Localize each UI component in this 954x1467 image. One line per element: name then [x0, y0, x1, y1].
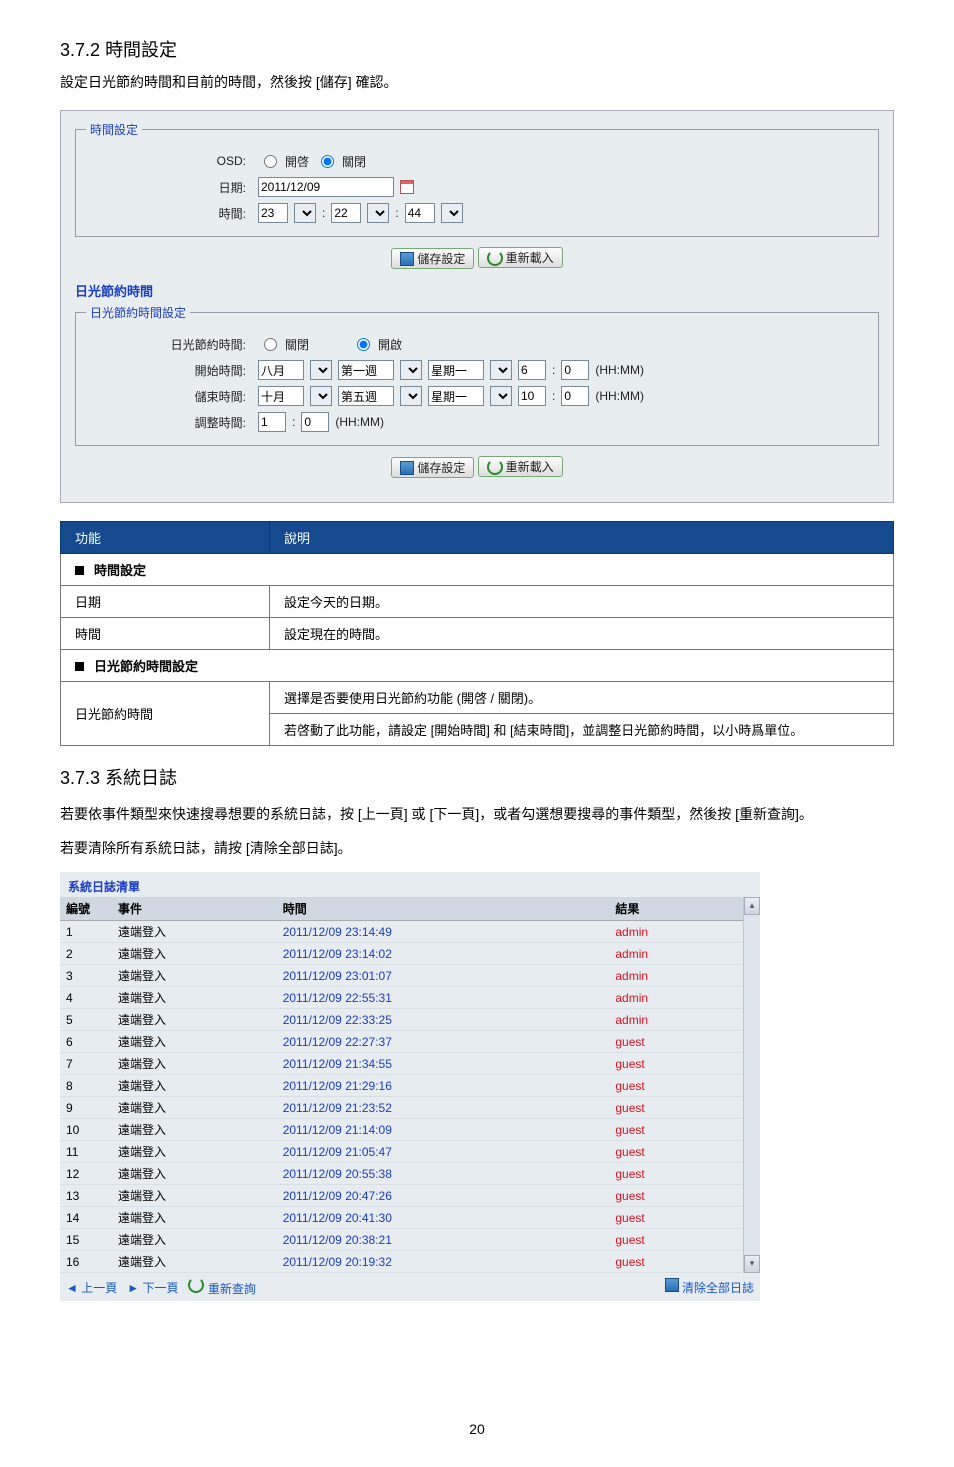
syslog-intro-1: 若要依事件類型來快速搜尋想要的系統日誌，按 [上一頁] 或 [下一頁]，或者勾選…	[60, 804, 894, 824]
date-input[interactable]	[258, 177, 394, 197]
time-fieldset: 時間設定 OSD: 開啓 關閉 日期: 時間: : :	[75, 121, 879, 237]
save-button[interactable]: 儲存設定	[391, 248, 474, 269]
scrollbar[interactable]: ▴ ▾	[743, 897, 760, 1273]
syslog-table: 編號 事件 時間 結果 1遠端登入2011/12/09 23:14:49admi…	[60, 897, 760, 1273]
table-row: 12遠端登入2011/12/09 20:55:38guest	[60, 1163, 760, 1185]
adjust-label: 調整時間:	[86, 414, 252, 431]
end-week[interactable]	[338, 386, 394, 406]
table-row: 15遠端登入2011/12/09 20:38:21guest	[60, 1229, 760, 1251]
table-row: 6遠端登入2011/12/09 22:27:37guest	[60, 1031, 760, 1053]
adj-mm[interactable]	[301, 412, 329, 432]
hour-input[interactable]	[258, 203, 288, 223]
syslog-title: 系統日誌清單	[60, 872, 760, 897]
save-button-2[interactable]: 儲存設定	[391, 457, 474, 478]
table-row: 10遠端登入2011/12/09 21:14:09guest	[60, 1119, 760, 1141]
osd-label: OSD:	[86, 154, 252, 168]
hour-select[interactable]	[294, 203, 316, 223]
dst-enable-label: 日光節約時間:	[86, 336, 252, 353]
reload-icon	[487, 459, 503, 475]
adj-hh[interactable]	[258, 412, 286, 432]
reload-icon	[487, 250, 503, 266]
requery[interactable]: 重新查詢	[188, 1277, 255, 1297]
table-row: 13遠端登入2011/12/09 20:47:26guest	[60, 1185, 760, 1207]
scroll-up-icon[interactable]: ▴	[744, 897, 760, 915]
description-table: 功能說明 時間設定 日期設定今天的日期。 時間設定現在的時間。 日光節約時間設定…	[60, 521, 894, 746]
table-row: 3遠端登入2011/12/09 23:01:07admin	[60, 965, 760, 987]
dst-legend: 日光節約時間設定	[86, 304, 190, 321]
scroll-down-icon[interactable]: ▾	[744, 1255, 760, 1273]
reload-button[interactable]: 重新載入	[478, 247, 563, 268]
section-heading: 3.7.2 時間設定	[60, 36, 894, 62]
dst-on-radio[interactable]	[357, 338, 370, 351]
reload-icon	[188, 1277, 204, 1293]
table-row: 1遠端登入2011/12/09 23:14:49admin	[60, 921, 760, 943]
table-row: 9遠端登入2011/12/09 21:23:52guest	[60, 1097, 760, 1119]
dst-fieldset: 日光節約時間設定 日光節約時間: 關閉 開啟 開始時間: : (HH:MM) 儲…	[75, 304, 879, 446]
table-row: 4遠端登入2011/12/09 22:55:31admin	[60, 987, 760, 1009]
prev-page[interactable]: ◄ 上一頁	[66, 1279, 117, 1296]
table-row: 8遠端登入2011/12/09 21:29:16guest	[60, 1075, 760, 1097]
clear-logs[interactable]: 清除全部日誌	[665, 1278, 754, 1296]
table-row: 5遠端登入2011/12/09 22:33:25admin	[60, 1009, 760, 1031]
table-row: 7遠端登入2011/12/09 21:34:55guest	[60, 1053, 760, 1075]
start-day[interactable]	[428, 360, 484, 380]
end-month[interactable]	[258, 386, 304, 406]
time-legend: 時間設定	[86, 121, 142, 138]
syslog-panel: 系統日誌清單 編號 事件 時間 結果 1遠端登入2011/12/09 23:14…	[60, 872, 760, 1301]
start-mm[interactable]	[561, 360, 589, 380]
dst-off-radio[interactable]	[264, 338, 277, 351]
start-hh[interactable]	[518, 360, 546, 380]
osd-on-radio[interactable]	[264, 155, 277, 168]
intro-text: 設定日光節約時間和目前的時間，然後按 [儲存] 確認。	[60, 72, 894, 92]
dst-heading: 日光節約時間	[75, 281, 879, 300]
osd-off-radio[interactable]	[321, 155, 334, 168]
start-week[interactable]	[338, 360, 394, 380]
calendar-icon[interactable]	[400, 180, 414, 194]
minute-input[interactable]	[331, 203, 361, 223]
page-number: 20	[60, 1421, 894, 1437]
end-day[interactable]	[428, 386, 484, 406]
delete-icon	[665, 1278, 679, 1292]
save-icon	[400, 252, 414, 266]
end-mm[interactable]	[561, 386, 589, 406]
start-month[interactable]	[258, 360, 304, 380]
table-row: 11遠端登入2011/12/09 21:05:47guest	[60, 1141, 760, 1163]
reload-button-2[interactable]: 重新載入	[478, 456, 563, 477]
time-label: 時間:	[86, 205, 252, 222]
date-label: 日期:	[86, 179, 252, 196]
second-input[interactable]	[405, 203, 435, 223]
end-label: 儲束時間:	[86, 388, 252, 405]
second-select[interactable]	[441, 203, 463, 223]
time-settings-panel: 時間設定 OSD: 開啓 關閉 日期: 時間: : : 儲存設定 重新載入 日光…	[60, 110, 894, 503]
syslog-intro-2: 若要清除所有系統日誌，請按 [清除全部日誌]。	[60, 838, 894, 858]
save-icon	[400, 461, 414, 475]
start-label: 開始時間:	[86, 362, 252, 379]
end-hh[interactable]	[518, 386, 546, 406]
section-heading-2: 3.7.3 系統日誌	[60, 764, 894, 790]
table-row: 2遠端登入2011/12/09 23:14:02admin	[60, 943, 760, 965]
table-row: 14遠端登入2011/12/09 20:41:30guest	[60, 1207, 760, 1229]
minute-select[interactable]	[367, 203, 389, 223]
next-page[interactable]: ► 下一頁	[127, 1279, 178, 1296]
table-row: 16遠端登入2011/12/09 20:19:32guest	[60, 1251, 760, 1273]
